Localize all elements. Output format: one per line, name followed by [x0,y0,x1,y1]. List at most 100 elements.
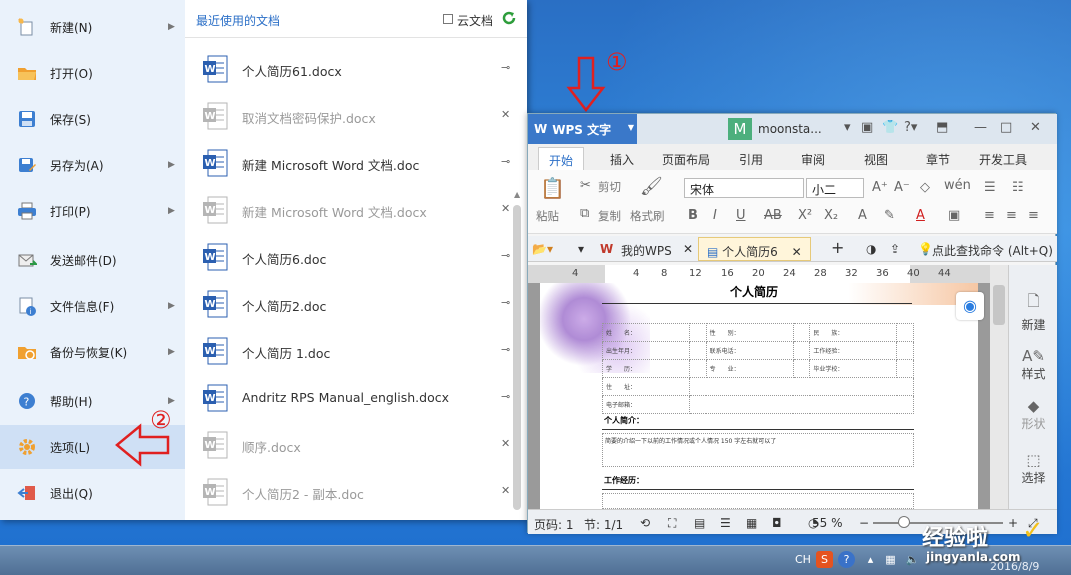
remove-icon[interactable]: ✕ [501,484,510,497]
tab-insert[interactable]: 插入 [610,151,634,168]
menu-item-backup[interactable]: 备份与恢复(K) ▶ [0,330,185,374]
zoom-out-icon[interactable]: − [859,516,869,530]
menu-item-send-mail[interactable]: 发送邮件(D) [0,238,185,282]
pin-icon[interactable]: ⊸ [501,61,510,74]
page-view-icon[interactable]: ▤ [694,516,705,530]
font-color-icon[interactable]: A [916,208,925,223]
recent-doc-item[interactable]: W Andritz RPS Manual_english.docx ⊸ [185,374,515,421]
minimize-ribbon-icon[interactable]: ⬒ [936,120,948,135]
recent-doc-item[interactable]: W 新建 Microsoft Word 文档.doc ⊸ [185,139,515,186]
maximize-icon[interactable]: □ [1000,120,1012,135]
highlight-icon[interactable]: ✎ [884,208,895,223]
strikethrough-icon[interactable]: AB [764,208,782,223]
font-size-select[interactable]: 小二 [806,178,864,198]
paste-icon[interactable]: 📋 [540,176,565,200]
recent-doc-item[interactable]: W 个人简历 1.doc ⊸ [185,327,515,374]
cut-label[interactable]: 剪切 [598,179,621,195]
menu-item-save[interactable]: 保存(S) [0,97,185,141]
pin-icon[interactable]: ⊸ [501,249,510,262]
minimize-icon[interactable]: — [974,120,987,135]
zoom-level[interactable]: 55 % [812,516,843,530]
pin-icon[interactable]: ⊸ [501,296,510,309]
menu-item-open[interactable]: 打开(O) [0,51,185,95]
tray-expand-icon[interactable]: ▴ [862,551,879,568]
full-screen-icon[interactable]: ⛶ [668,516,676,531]
side-shape-button[interactable]: ◆ 形状 [1009,397,1058,432]
recent-doc-item[interactable]: W 个人简历2.doc ⊸ [185,280,515,327]
pin-icon[interactable]: ⊸ [501,343,510,356]
tab-list-icon[interactable]: ▾ [578,242,584,256]
cloud-docs-checkbox[interactable] [443,14,453,24]
help-icon[interactable]: ? [838,551,855,568]
pin-icon[interactable]: ⊸ [501,390,510,403]
format-painter-label[interactable]: 格式刷 [630,208,665,224]
input-language[interactable]: CH [795,553,811,566]
recent-doc-item[interactable]: W 新建 Microsoft Word 文档.docx ✕ [185,186,515,233]
char-shading-icon[interactable]: ▣ [948,208,960,223]
close-icon[interactable]: ✕ [1030,120,1041,135]
align-right-icon[interactable]: ≡ [1028,208,1039,223]
account-avatar[interactable]: M [728,118,752,140]
tab-page-layout[interactable]: 页面布局 [662,151,710,168]
align-center-icon[interactable]: ≡ [1006,208,1017,223]
vertical-scrollbar[interactable] [990,265,1008,509]
section-indicator[interactable]: 节: 1/1 [584,516,623,533]
tab-my-wps[interactable]: 我的WPS [621,242,672,259]
bullets-icon[interactable]: ☰ [984,180,996,195]
share-icon[interactable]: ⇪ [890,242,900,256]
side-style-button[interactable]: A✎ 样式 [1009,347,1058,382]
align-left-icon[interactable]: ≡ [984,208,995,223]
remove-icon[interactable]: ✕ [501,108,510,121]
tab-document[interactable]: ▤ 个人简历6 ✕ [698,237,811,261]
close-icon[interactable]: ✕ [792,245,802,259]
recent-doc-item[interactable]: W 个人简历61.docx ⊸ [185,45,515,92]
tab-chapter[interactable]: 章节 [926,151,950,168]
shirt-icon[interactable]: 👕 [882,120,898,135]
copy-label[interactable]: 复制 [598,208,621,224]
volume-icon[interactable]: 🔈 [904,551,921,568]
history-icon[interactable]: ⟲ [640,516,650,530]
scroll-thumb[interactable] [993,285,1005,325]
numbering-icon[interactable]: ☷ [1012,180,1024,195]
outline-view-icon[interactable]: ☰ [720,516,731,530]
phonetic-icon[interactable]: wén [944,178,971,193]
remove-icon[interactable]: ✕ [501,437,510,450]
text-effect-icon[interactable]: A [858,208,867,223]
menu-item-new[interactable]: 新建(N) ▶ [0,5,185,49]
clear-format-icon[interactable]: ◇ [920,180,930,195]
recent-doc-item[interactable]: W 取消文档密码保护.docx ✕ [185,92,515,139]
underline-icon[interactable]: U [736,208,746,223]
menu-item-print[interactable]: 打印(P) ▶ [0,189,185,233]
pin-icon[interactable]: ⊸ [501,155,510,168]
new-tab-icon[interactable]: + [831,238,844,257]
document-page[interactable]: 个人简历 姓 名： 性 别： 民 族： 出生年月： 联系电话： 工作经验： 学 历： 专 业：… [540,283,978,509]
scroll-up-arrow-icon[interactable]: ▲ [514,190,520,199]
shrink-font-icon[interactable]: A⁻ [894,180,910,195]
italic-icon[interactable]: I [713,208,717,223]
grow-font-icon[interactable]: A⁺ [872,180,888,195]
command-search[interactable]: 点此查找命令 (Alt+Q) [932,242,1053,259]
open-folder-icon[interactable]: 📂▾ [532,242,553,256]
close-icon[interactable]: ✕ [683,242,693,256]
font-name-select[interactable]: 宋体 [684,178,804,198]
reading-view-icon[interactable]: ◘ [772,516,782,530]
menu-item-exit[interactable]: 退出(Q) [0,471,185,515]
horizontal-ruler[interactable]: 4 4 8 12 16 20 24 28 32 36 40 44 [528,265,990,283]
network-icon[interactable]: ▦ [882,551,899,568]
copy-icon[interactable]: ⧉ [580,206,589,221]
cloud-sync-icon[interactable]: ◑ [866,242,876,256]
menu-item-file-info[interactable]: i 文件信息(F) ▶ [0,284,185,328]
paste-label[interactable]: 粘贴 [536,208,559,224]
sogou-ime-icon[interactable]: S [816,551,833,568]
account-name[interactable]: moonsta... [758,122,822,136]
recent-doc-item[interactable]: W 个人简历6.doc ⊸ [185,233,515,280]
format-painter-icon[interactable]: 🖌 [640,176,663,197]
cut-icon[interactable]: ✂ [580,178,591,193]
skin-icon[interactable]: ▣ [861,120,873,135]
tab-view[interactable]: 视图 [864,151,888,168]
recent-list-scrollbar[interactable] [513,205,521,510]
tab-review[interactable]: 审阅 [801,151,825,168]
superscript-icon[interactable]: X² [798,208,812,223]
refresh-icon[interactable] [501,10,517,26]
page-indicator[interactable]: 页码: 1 [534,516,574,533]
